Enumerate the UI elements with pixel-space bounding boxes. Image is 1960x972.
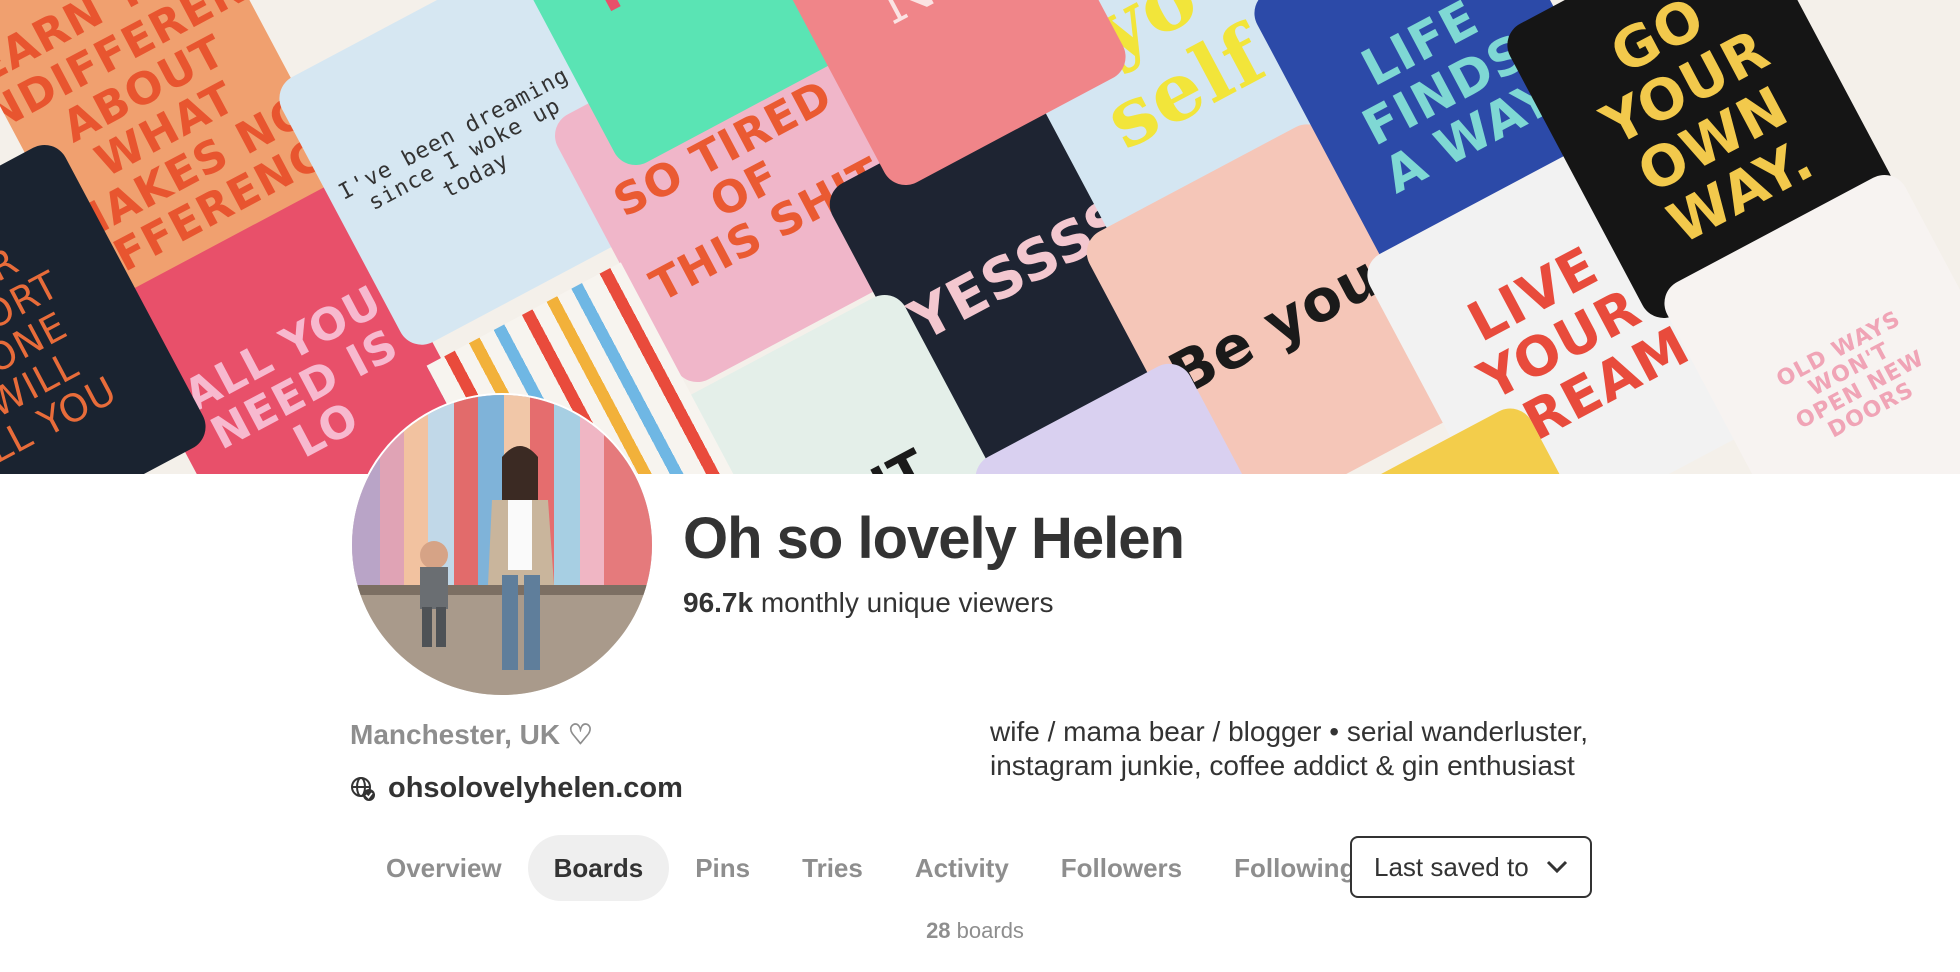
website-label: ohsolovelyhelen.com xyxy=(388,772,683,804)
chevron-down-icon xyxy=(1546,860,1568,874)
cover-collage: LEARN TO BE INDIFFERENT ABOUT WHAT MAKES… xyxy=(0,0,1960,474)
cover-tiles: LEARN TO BE INDIFFERENT ABOUT WHAT MAKES… xyxy=(0,0,1960,474)
verified-globe-icon xyxy=(350,776,376,802)
board-count-number: 28 xyxy=(926,918,951,943)
tab-pins[interactable]: Pins xyxy=(669,835,776,901)
profile-avatar[interactable] xyxy=(350,393,654,697)
profile-name: Oh so lovely Helen xyxy=(683,506,1185,571)
board-count: 28 boards xyxy=(0,918,1950,944)
profile-tabs: Overview Boards Pins Tries Activity Foll… xyxy=(360,835,1381,901)
tab-tries[interactable]: Tries xyxy=(776,835,889,901)
profile-website-link[interactable]: ohsolovelyhelen.com xyxy=(350,772,683,805)
profile-location: Manchester, UK ♡ xyxy=(350,719,593,750)
profile-bio: wife / mama bear / blogger • serial wand… xyxy=(990,715,1630,783)
monthly-viewers: 96.7k monthly unique viewers xyxy=(683,587,1053,619)
bio-line: wife / mama bear / blogger • serial wand… xyxy=(990,716,1589,747)
bio-line: instagram junkie, coffee addict & gin en… xyxy=(990,750,1575,781)
sort-select[interactable]: Last saved to xyxy=(1350,836,1592,898)
tab-followers[interactable]: Followers xyxy=(1035,835,1208,901)
tab-activity[interactable]: Activity xyxy=(889,835,1035,901)
viewers-count: 96.7k xyxy=(683,587,754,618)
board-count-label: boards xyxy=(950,918,1024,943)
viewers-label: monthly unique viewers xyxy=(753,587,1054,618)
tab-overview[interactable]: Overview xyxy=(360,835,528,901)
sort-select-value: Last saved to xyxy=(1374,851,1529,882)
tab-boards[interactable]: Boards xyxy=(527,835,670,901)
avatar-photo xyxy=(352,395,652,695)
